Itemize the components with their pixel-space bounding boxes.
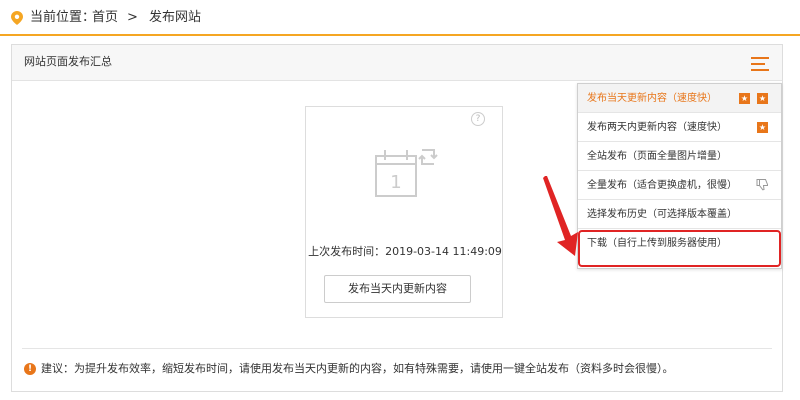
breadcrumb-bar: 当前位置： 首页 > 发布网站: [0, 0, 800, 36]
annotation-arrow-icon: [543, 176, 578, 256]
help-icon[interactable]: ?: [471, 112, 485, 126]
thumbs-down-icon: [756, 179, 768, 191]
last-publish-time: 上次发布时间：2019-03-14 11:49:09: [308, 245, 502, 258]
publish-today-button[interactable]: 发布当天内更新内容: [324, 275, 471, 303]
menu-item-label: 选择发布历史（可选择版本覆盖）: [587, 209, 737, 220]
annotation-highlight-box: [578, 230, 781, 267]
menu-item-label: 发布两天内更新内容（速度快）: [587, 122, 727, 133]
star-icon: ★: [739, 93, 750, 104]
menu-item-label: 全站发布（页面全量图片增量）: [587, 151, 727, 162]
menu-item-publish-history[interactable]: 选择发布历史（可选择版本覆盖）: [578, 200, 781, 229]
menu-item-label: 发布当天更新内容（速度快）: [587, 93, 717, 104]
star-icon: ★: [757, 122, 768, 133]
menu-item-publish-today[interactable]: 发布当天更新内容（速度快） ★ ★: [578, 84, 781, 113]
calendar-day: 1: [390, 172, 401, 193]
breadcrumb-separator: >: [127, 10, 138, 25]
menu-toggle-icon[interactable]: [751, 57, 769, 71]
calendar-icon: 1: [375, 149, 438, 197]
star-icon: ★: [757, 93, 768, 104]
breadcrumb-label: 当前位置：: [30, 10, 96, 25]
menu-item-publish-two-days[interactable]: 发布两天内更新内容（速度快） ★: [578, 113, 781, 142]
breadcrumb-current: 发布网站: [149, 10, 202, 25]
panel-title: 网站页面发布汇总: [24, 55, 112, 68]
breadcrumb-home-link[interactable]: 首页: [92, 10, 118, 26]
location-pin-icon: [11, 11, 23, 25]
tip-divider: [22, 348, 772, 349]
panel-header: 网站页面发布汇总: [12, 45, 782, 81]
tip-text: 建议：为提升发布效率，缩短发布时间，请使用发布当天内更新的内容，如有特殊需要，请…: [41, 362, 674, 375]
publish-card: ? 1 上次发布时间：2019-03-14 11:49:09 发布当天内更新内容: [305, 106, 503, 318]
menu-item-publish-full[interactable]: 全量发布（适合更换虚机，很慢）: [578, 171, 781, 200]
menu-item-label: 全量发布（适合更换虚机，很慢）: [587, 180, 737, 191]
menu-item-publish-full-site[interactable]: 全站发布（页面全量图片增量）: [578, 142, 781, 171]
warning-icon: !: [24, 363, 36, 375]
